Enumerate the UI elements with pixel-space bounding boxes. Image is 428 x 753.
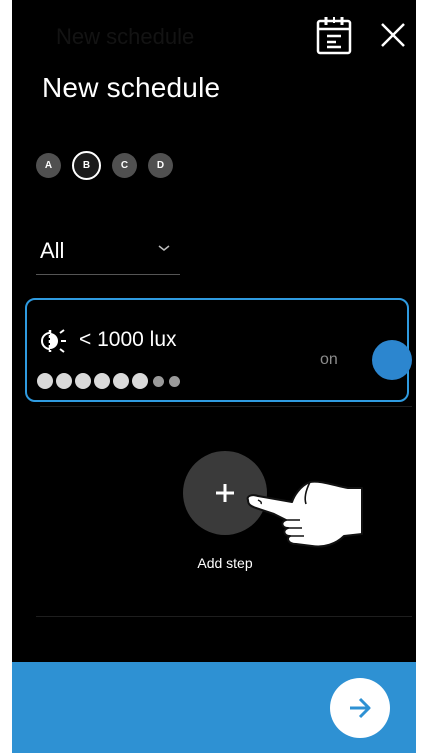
footer-bar <box>12 662 416 753</box>
light-sensor-icon <box>41 329 66 353</box>
add-step-label: Add step <box>197 555 253 571</box>
level-dot <box>37 373 53 389</box>
step-card-shadow-line <box>40 406 412 407</box>
arrow-right-icon <box>350 697 371 719</box>
pointing-hand-icon <box>246 480 363 548</box>
page-title: New schedule <box>42 72 221 103</box>
channel-selector: A B C D <box>36 151 173 180</box>
content-divider <box>36 616 412 617</box>
channel-a-button[interactable]: A <box>36 153 61 178</box>
level-dot-small <box>169 375 180 387</box>
day-filter-value: All <box>40 238 65 263</box>
level-dot <box>94 373 110 389</box>
level-dot <box>75 373 91 389</box>
channel-c-button[interactable]: C <box>112 153 137 178</box>
step-condition-label: < 1000 lux <box>79 328 177 351</box>
close-icon[interactable] <box>378 20 408 50</box>
step-state-label: on <box>320 351 338 368</box>
day-filter-select[interactable]: All <box>36 232 180 275</box>
level-dot <box>132 373 148 389</box>
level-dot <box>56 373 72 389</box>
plus-icon <box>216 484 234 502</box>
chevron-down-icon <box>158 245 170 251</box>
calendar-icon[interactable] <box>314 14 354 56</box>
screen-edge-right <box>416 0 428 753</box>
next-button[interactable] <box>330 678 390 738</box>
screen-edge-left <box>0 0 12 753</box>
level-dot-small <box>153 375 164 387</box>
step-level-dots <box>37 373 180 389</box>
app-screen: New schedule New schedule A B C D All < … <box>0 0 428 753</box>
header-ghost-title: New schedule <box>56 24 195 49</box>
level-dot <box>113 373 129 389</box>
channel-b-button[interactable]: B <box>72 151 101 180</box>
step-toggle[interactable] <box>372 340 412 380</box>
channel-d-button[interactable]: D <box>148 153 173 178</box>
